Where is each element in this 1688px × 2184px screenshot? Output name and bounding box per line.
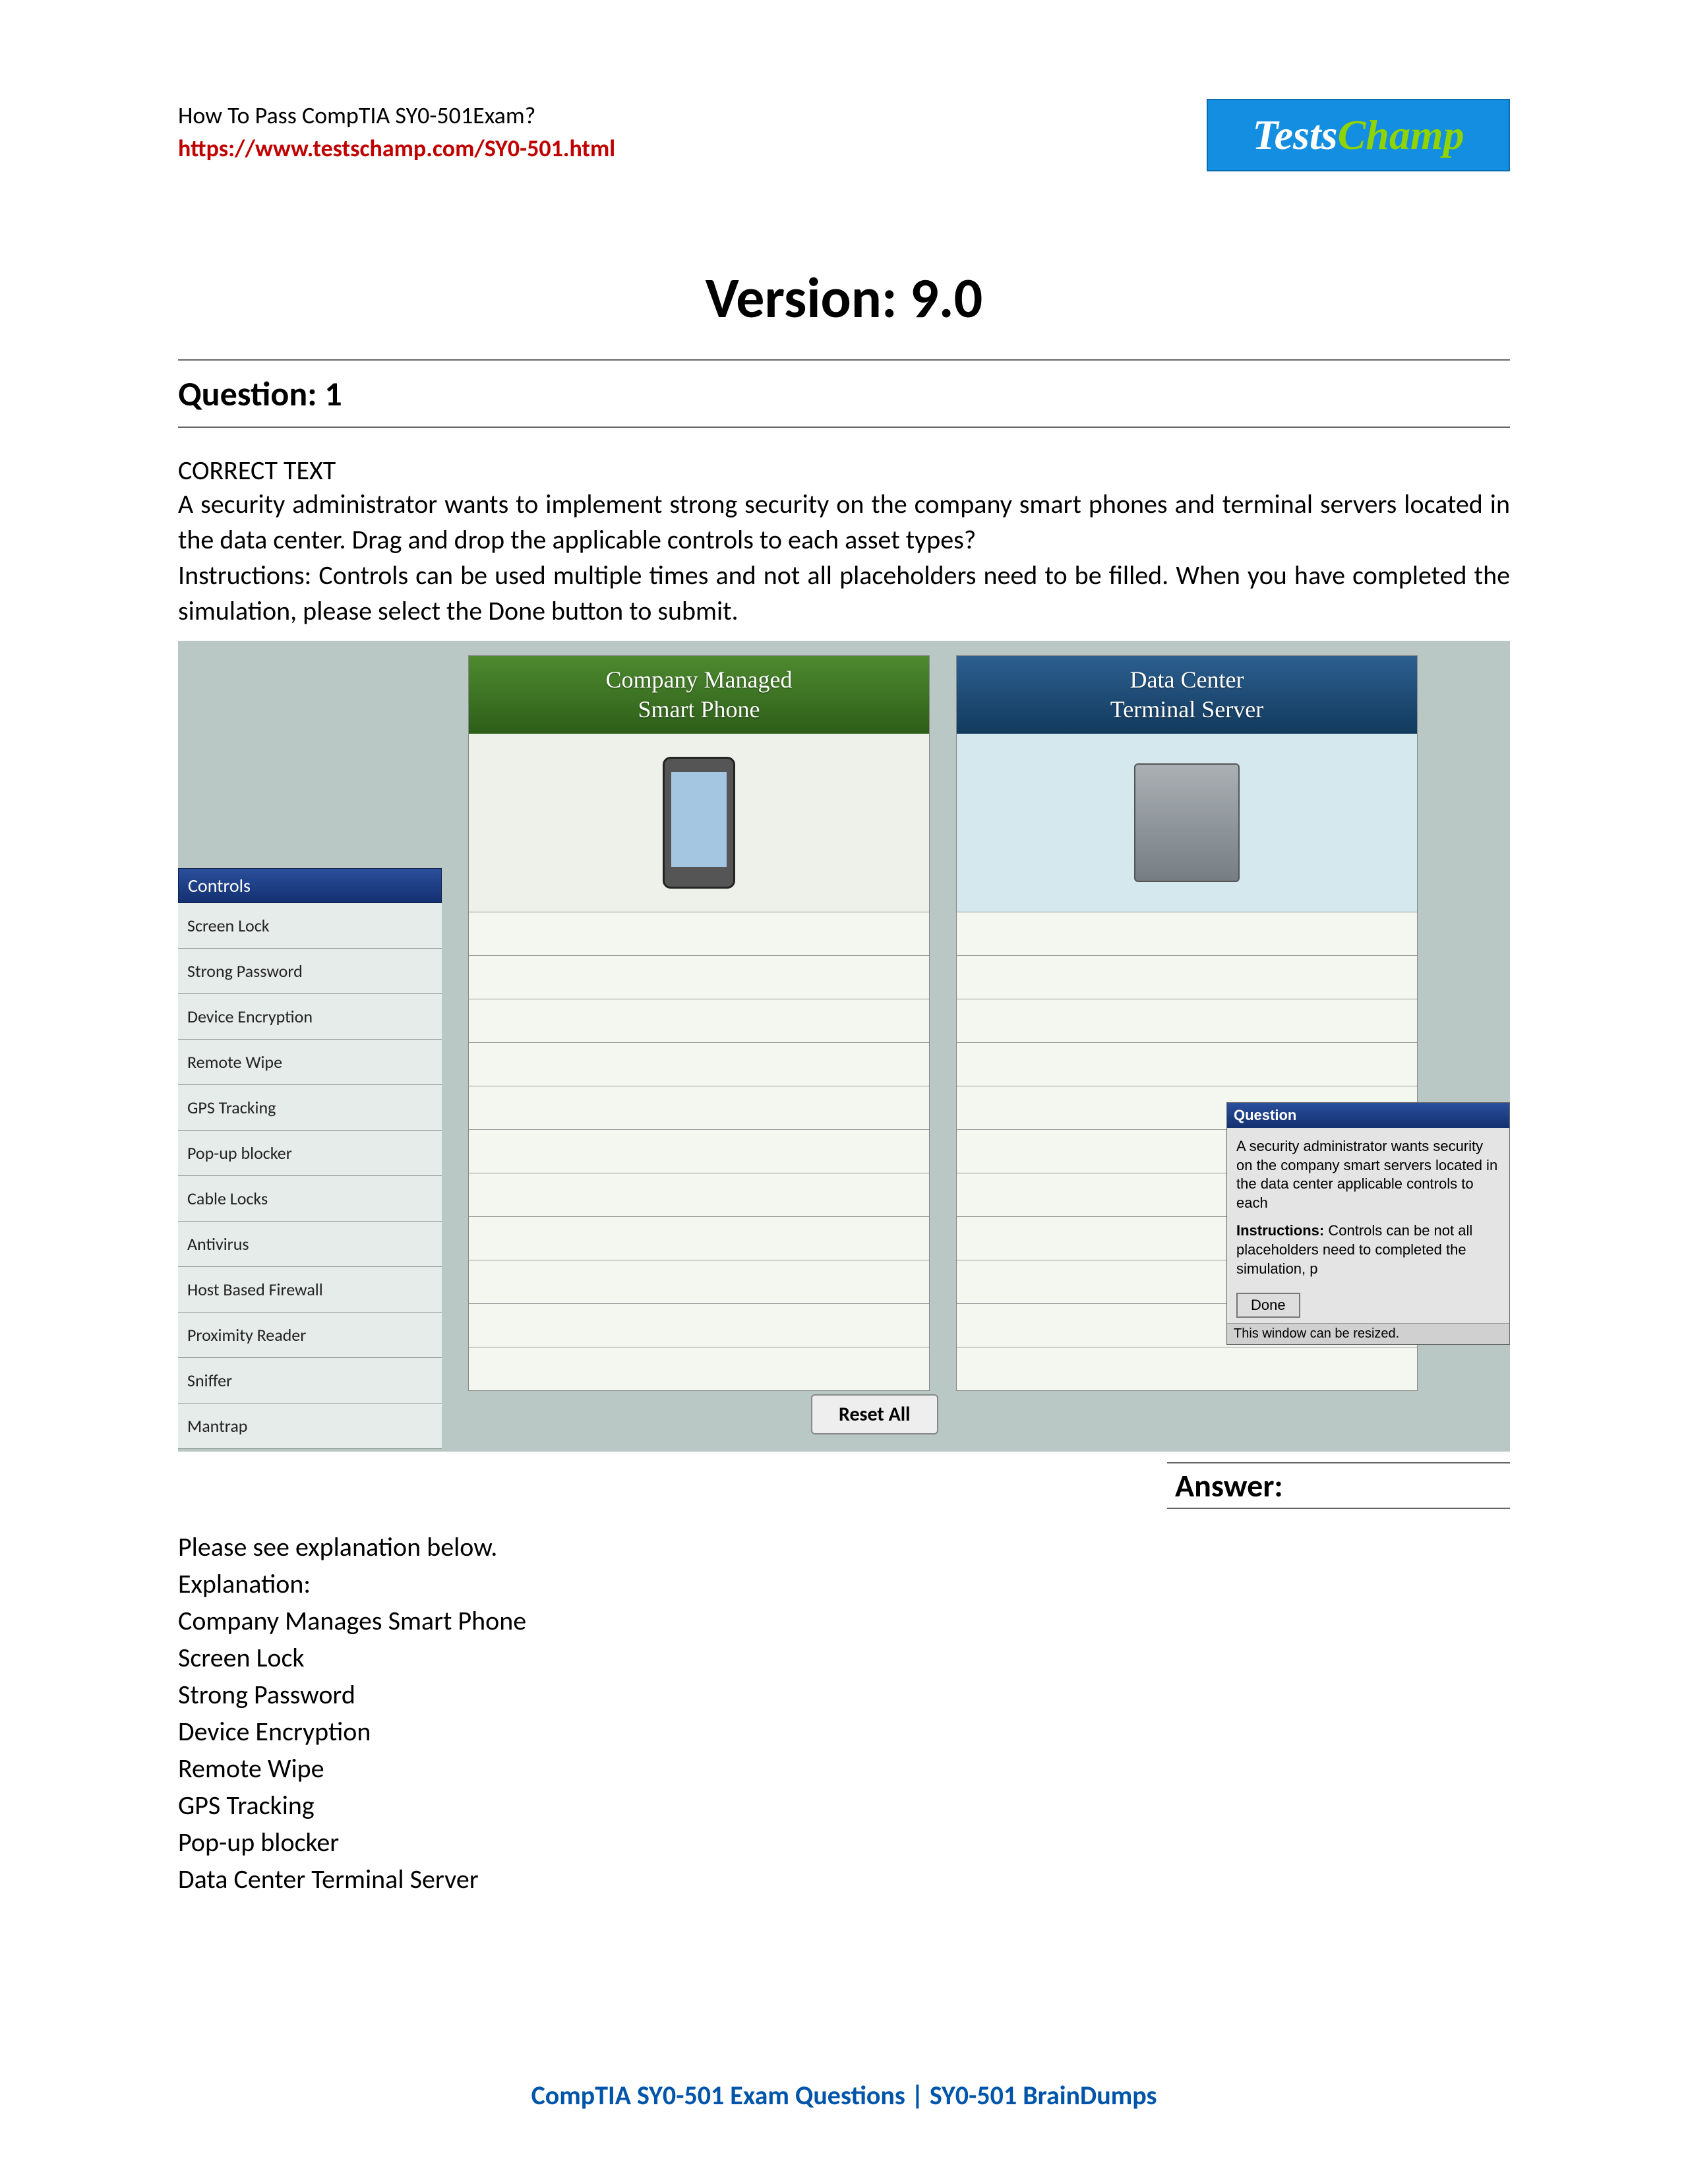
column-header-smartphone: Company Managed Smart Phone (469, 656, 929, 734)
controls-panel: Controls Screen Lock Strong Password Dev… (178, 868, 442, 1449)
header-line: How To Pass CompTIA SY0-501Exam? (178, 99, 615, 132)
drop-slot[interactable] (469, 1042, 929, 1086)
drop-slot[interactable] (957, 1042, 1417, 1086)
controls-header: Controls (178, 868, 442, 903)
explanation-item: Screen Lock (178, 1639, 1510, 1676)
control-item[interactable]: Device Encryption (178, 994, 442, 1040)
resize-note: This window can be resized. (1227, 1323, 1509, 1344)
drop-slot[interactable] (469, 1347, 929, 1390)
control-item[interactable]: Cable Locks (178, 1176, 442, 1222)
server-icon (1134, 763, 1240, 882)
divider (178, 427, 1510, 428)
drop-slot[interactable] (469, 912, 929, 955)
explanation-item: Strong Password (178, 1676, 1510, 1713)
explanation-group-title: Data Center Terminal Server (178, 1861, 1510, 1898)
question-popup: Question A security administrator wants … (1226, 1102, 1510, 1345)
server-image (957, 734, 1417, 912)
drop-slot[interactable] (469, 1173, 929, 1216)
drop-slot[interactable] (469, 1086, 929, 1129)
drop-slot[interactable] (469, 955, 929, 999)
control-item[interactable]: Sniffer (178, 1358, 442, 1403)
explanation-group-title: Company Manages Smart Phone (178, 1603, 1510, 1639)
phone-icon (663, 757, 735, 889)
control-item[interactable]: GPS Tracking (178, 1085, 442, 1131)
drop-slot[interactable] (957, 955, 1417, 999)
question-instructions: Instructions: Controls can be used multi… (178, 558, 1510, 629)
version-title: Version: 9.0 (178, 264, 1510, 333)
column-header-server: Data Center Terminal Server (957, 656, 1417, 734)
control-item[interactable]: Strong Password (178, 949, 442, 994)
drop-slot[interactable] (469, 1129, 929, 1173)
explanation-item: Remote Wipe (178, 1750, 1510, 1787)
smartphone-image (469, 734, 929, 912)
drop-slot[interactable] (957, 999, 1417, 1042)
drop-slot[interactable] (469, 1303, 929, 1347)
drop-slot[interactable] (469, 1216, 929, 1260)
correct-text-label: CORRECT TEXT (178, 454, 1510, 487)
control-item[interactable]: Proximity Reader (178, 1313, 442, 1358)
popup-header: Question (1227, 1103, 1509, 1128)
control-item[interactable]: Mantrap (178, 1403, 442, 1449)
logo-part2: Champ (1338, 111, 1464, 160)
drop-slot[interactable] (469, 1260, 929, 1303)
col-header-line: Smart Phone (469, 695, 929, 724)
page-footer: CompTIA SY0-501 Exam Questions | SY0-501… (0, 2079, 1688, 2111)
control-item[interactable]: Antivirus (178, 1222, 442, 1267)
reset-all-button[interactable]: Reset All (811, 1394, 938, 1434)
answer-heading: Answer: (1167, 1462, 1510, 1509)
logo-part1: Tests (1252, 111, 1337, 160)
col-header-line: Terminal Server (957, 695, 1417, 724)
explanation-intro: Please see explanation below. (178, 1529, 1510, 1566)
explanation-item: GPS Tracking (178, 1787, 1510, 1824)
question-heading: Question: 1 (178, 367, 1510, 420)
drop-slot[interactable] (957, 1347, 1417, 1390)
page-header: How To Pass CompTIA SY0-501Exam? https:/… (178, 99, 1510, 171)
drop-slot[interactable] (957, 912, 1417, 955)
logo: TestsChamp (1207, 99, 1510, 171)
drop-slot[interactable] (469, 999, 929, 1042)
explanation-label: Explanation: (178, 1566, 1510, 1603)
done-button[interactable]: Done (1236, 1293, 1300, 1318)
col-header-line: Company Managed (469, 665, 929, 695)
popup-instructions: Instructions: Controls can be not all pl… (1236, 1222, 1500, 1278)
control-item[interactable]: Pop-up blocker (178, 1131, 442, 1176)
smartphone-column: Company Managed Smart Phone (468, 655, 930, 1391)
header-link[interactable]: https://www.testschamp.com/SY0-501.html (178, 132, 615, 165)
divider (178, 359, 1510, 361)
col-header-line: Data Center (957, 665, 1417, 695)
control-item[interactable]: Screen Lock (178, 903, 442, 949)
popup-text: A security administrator wants security … (1236, 1137, 1500, 1212)
simulation-area: Controls Screen Lock Strong Password Dev… (178, 641, 1510, 1452)
explanation-item: Device Encryption (178, 1713, 1510, 1750)
control-item[interactable]: Remote Wipe (178, 1040, 442, 1085)
question-body: A security administrator wants to implem… (178, 487, 1510, 558)
explanation-block: Please see explanation below. Explanatio… (178, 1529, 1510, 1898)
explanation-item: Pop-up blocker (178, 1824, 1510, 1861)
control-item[interactable]: Host Based Firewall (178, 1267, 442, 1313)
